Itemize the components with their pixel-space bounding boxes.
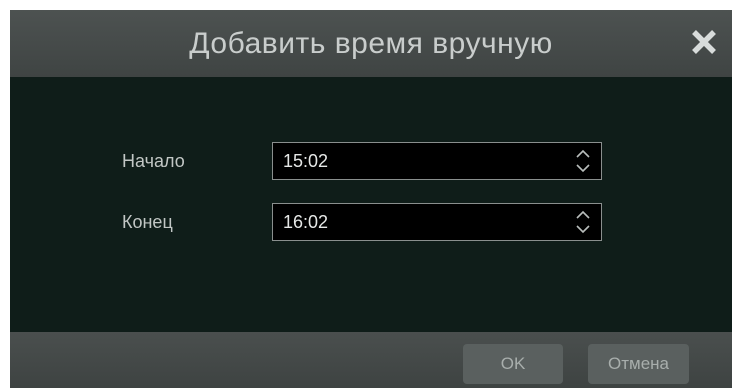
start-time-decrement-button[interactable] bbox=[575, 162, 591, 175]
start-time-field[interactable]: 15:02 bbox=[272, 142, 602, 180]
close-icon bbox=[692, 30, 716, 54]
dialog-titlebar: Добавить время вручную bbox=[10, 10, 732, 77]
chevron-up-icon bbox=[576, 210, 590, 219]
add-time-dialog: Добавить время вручную Начало 15:02 Коне… bbox=[10, 10, 732, 388]
ok-button[interactable]: OK bbox=[463, 344, 563, 384]
dialog-body: Начало 15:02 Конец 16:02 bbox=[10, 77, 732, 332]
chevron-up-icon bbox=[576, 149, 590, 158]
dialog-title: Добавить время вручную bbox=[189, 27, 553, 60]
start-time-increment-button[interactable] bbox=[575, 147, 591, 160]
cancel-button[interactable]: Отмена bbox=[588, 344, 689, 384]
dialog-footer: OK Отмена bbox=[10, 332, 732, 388]
end-time-decrement-button[interactable] bbox=[575, 223, 591, 236]
end-time-spinner bbox=[575, 208, 591, 236]
end-time-row: Конец 16:02 bbox=[10, 203, 732, 241]
close-button[interactable] bbox=[688, 26, 720, 58]
start-time-label: Начало bbox=[122, 151, 185, 171]
chevron-down-icon bbox=[576, 164, 590, 173]
start-time-value: 15:02 bbox=[283, 151, 329, 171]
start-time-row: Начало 15:02 bbox=[10, 142, 732, 180]
end-time-label: Конец bbox=[122, 212, 173, 232]
end-time-increment-button[interactable] bbox=[575, 208, 591, 221]
chevron-down-icon bbox=[576, 225, 590, 234]
start-time-spinner bbox=[575, 147, 591, 175]
end-time-field[interactable]: 16:02 bbox=[272, 203, 602, 241]
end-time-value: 16:02 bbox=[283, 212, 329, 232]
